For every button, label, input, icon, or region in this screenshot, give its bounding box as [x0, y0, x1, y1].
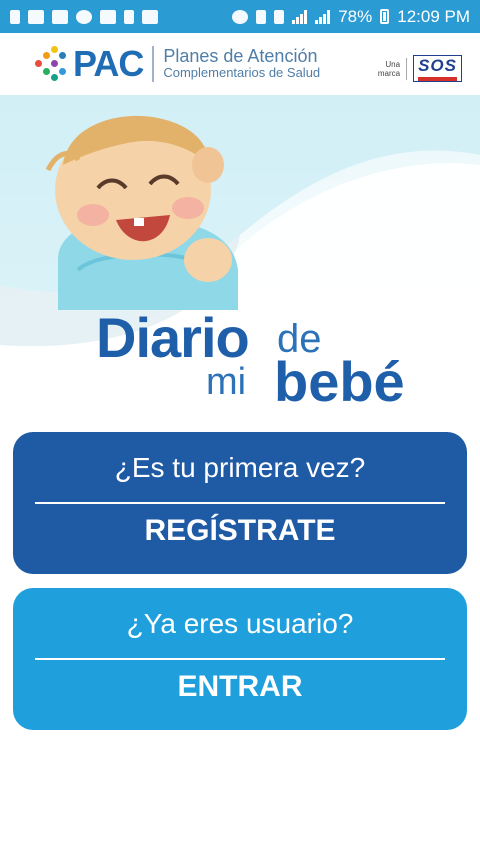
login-label: ENTRAR: [177, 670, 303, 703]
sos-brand: Una marca SOS: [378, 55, 462, 82]
messenger-icon: [76, 9, 92, 24]
pac-logo: PAC Planes de Atención Complementarios d…: [33, 43, 320, 85]
battery-percent: 78%: [338, 6, 373, 26]
signal-2-icon: [315, 9, 331, 24]
sos-wordmark: SOS: [418, 56, 457, 75]
first-time-question: ¿Es tu primera vez?: [114, 452, 366, 483]
brand-prefix-line2: marca: [377, 68, 401, 78]
clock: 12:09 PM: [397, 6, 470, 26]
battery-icon: [380, 9, 390, 24]
card-divider: [35, 502, 445, 504]
navigation-icon: [10, 9, 20, 24]
register-label: REGÍSTRATE: [144, 514, 336, 547]
logo-divider: [152, 46, 155, 82]
title-word-mi: mi: [206, 361, 247, 403]
title-word-bebe: bebé: [274, 350, 405, 413]
card-divider: [35, 658, 445, 660]
pac-wordmark: PAC: [73, 43, 144, 84]
mail-icon: [52, 9, 68, 24]
system-icons: 78% 12:09 PM: [232, 7, 470, 27]
gmail-icon: [100, 9, 116, 24]
hero-banner: Diario de mi bebé: [0, 95, 480, 430]
pac-subtitle-line1: Planes de Atención: [163, 46, 318, 66]
pac-dots-icon: [33, 46, 69, 82]
register-button[interactable]: ¿Es tu primera vez? REGÍSTRATE: [13, 432, 467, 574]
pac-subtitle: Planes de Atención Complementarios de Sa…: [163, 47, 320, 81]
brand-prefix: Una marca: [378, 60, 400, 78]
status-bar: 78% 12:09 PM: [0, 0, 480, 33]
voicemail-icon: [142, 9, 158, 24]
existing-user-question: ¿Ya eres usuario?: [126, 608, 354, 639]
brand-prefix-line1: Una: [385, 59, 401, 69]
alarm-icon: [232, 9, 249, 24]
login-button[interactable]: ¿Ya eres usuario? ENTRAR: [13, 588, 467, 730]
baby-illustration: [45, 115, 238, 310]
app-header: PAC Planes de Atención Complementarios d…: [0, 33, 480, 95]
notification-icons: [10, 9, 158, 24]
signal-icon: [292, 9, 308, 24]
pac-subtitle-line2: Complementarios de Salud: [163, 65, 321, 80]
sos-logo: SOS: [413, 55, 462, 82]
brand-divider: [406, 57, 408, 80]
gallery-icon: [28, 9, 44, 24]
usb-icon: [124, 9, 134, 24]
sos-logo-bar: [418, 77, 457, 81]
wifi-icon: [256, 9, 267, 24]
nfc-icon: [274, 9, 285, 24]
